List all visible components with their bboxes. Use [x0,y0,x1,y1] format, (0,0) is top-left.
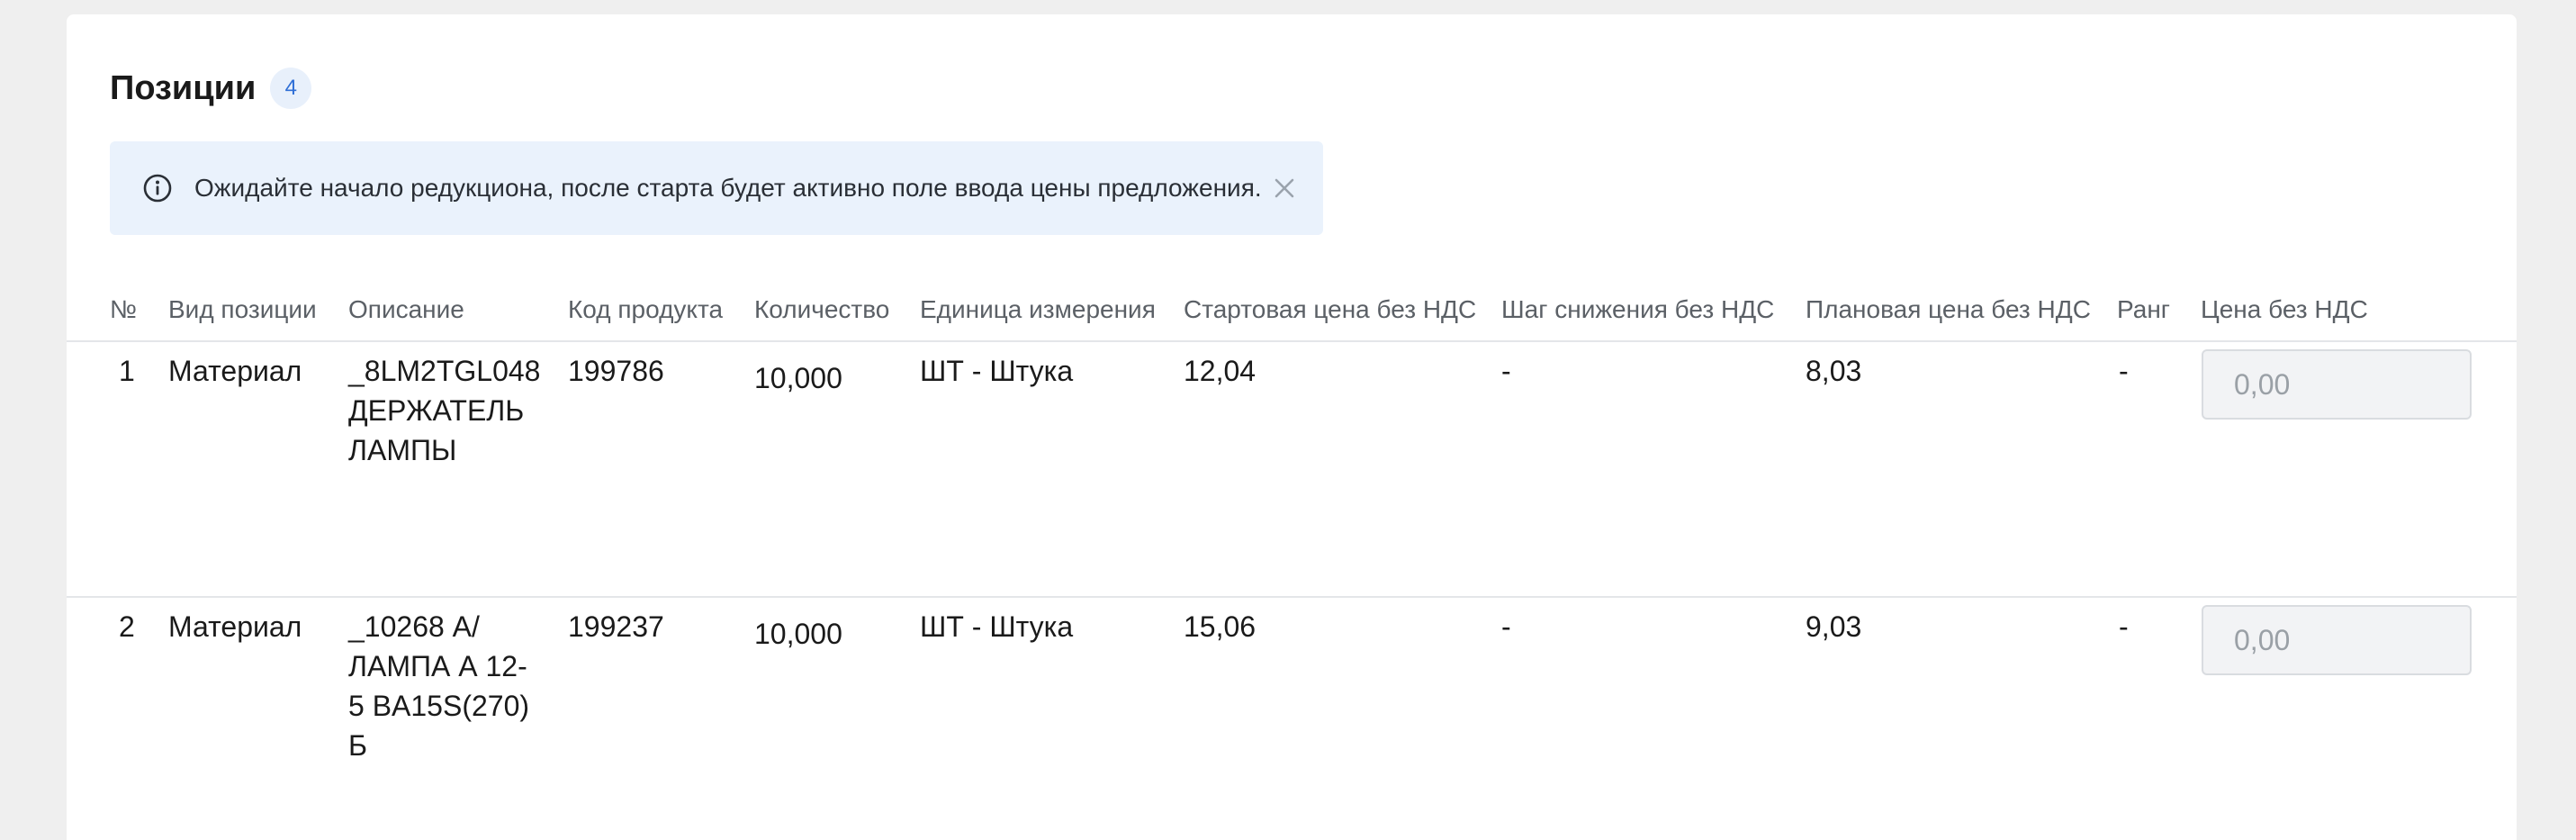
price-input[interactable] [2202,605,2472,675]
start-price: 15,06 [1184,610,1256,643]
column-header-description: Описание [348,295,464,323]
position-description: _8LM2TGL048 ДЕРЖАТЕЛЬ ЛАМПЫ [348,355,541,466]
column-header-step: Шаг снижения без НДС [1501,295,1775,323]
positions-card: Позиции 4 Ожидайте начало редукциона, по… [67,14,2517,840]
planned-price: 8,03 [1806,355,1862,387]
info-circle-icon [142,173,173,203]
table-row: 2 Материал _10268 А/ЛАМПА А 12-5 BA15S(2… [67,598,2517,840]
column-header-rank: Ранг [2117,295,2170,323]
column-header-price: Цена без НДС [2201,295,2368,323]
table-row: 1 Материал _8LM2TGL048 ДЕРЖАТЕЛЬ ЛАМПЫ 1… [67,342,2517,598]
position-description: _10268 А/ЛАМПА А 12-5 BA15S(270) Б [348,610,530,762]
column-header-quantity: Количество [754,295,890,323]
price-input[interactable] [2202,349,2472,420]
product-code: 199237 [568,610,664,643]
section-header: Позиции 4 [110,65,312,112]
row-number: 2 [119,610,135,643]
column-header-product-code: Код продукта [568,295,724,323]
column-header-type: Вид позиции [168,295,317,323]
row-number: 1 [119,355,135,387]
start-price: 12,04 [1184,355,1256,387]
step: - [1501,610,1511,643]
rank: - [2119,355,2129,387]
column-header-planned-price: Плановая цена без НДС [1806,295,2091,323]
column-header-start-price: Стартовая цена без НДС [1184,295,1477,323]
quantity: 10,000 [754,362,842,394]
info-banner: Ожидайте начало редукциона, после старта… [110,141,1323,235]
product-code: 199786 [568,355,664,387]
quantity: 10,000 [754,618,842,650]
table-header: № Вид позиции Описание Код продукта Коли… [67,290,2517,342]
close-icon[interactable] [1271,175,1298,202]
rank: - [2119,610,2129,643]
unit: ШТ - Штука [920,610,1074,643]
section-title: Позиции [110,68,257,107]
count-badge: 4 [270,68,312,109]
banner-text: Ожидайте начало редукциона, после старта… [194,174,1262,202]
unit: ШТ - Штука [920,355,1074,387]
step: - [1501,355,1511,387]
planned-price: 9,03 [1806,610,1862,643]
position-type: Материал [168,355,302,387]
column-header-number: № [110,295,138,323]
column-header-unit: Единица измерения [920,295,1156,323]
position-type: Материал [168,610,302,643]
